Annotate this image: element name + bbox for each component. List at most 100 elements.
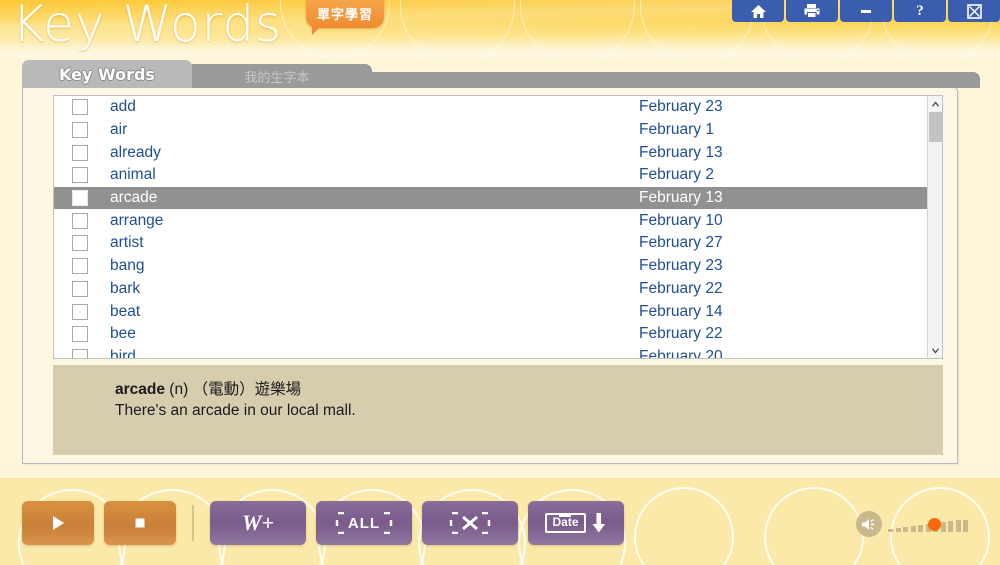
row-checkbox[interactable] [72, 167, 88, 184]
minimize-button[interactable] [840, 0, 892, 22]
row-checkbox[interactable] [72, 144, 88, 161]
volume-tick [910, 526, 916, 532]
row-word: arcade [110, 189, 158, 207]
volume-tick [963, 519, 968, 532]
volume-tick [918, 525, 923, 532]
table-row[interactable]: bee February 22 [54, 323, 928, 346]
header-decor-circle [520, 0, 635, 57]
table-row[interactable]: bark February 22 [54, 278, 928, 301]
bottom-decor-circle [764, 487, 864, 565]
row-word: arrange [110, 211, 164, 229]
row-word: add [110, 98, 136, 116]
row-word: bird [110, 347, 136, 359]
window-controls: ? [732, 0, 1000, 22]
row-date: February 14 [639, 302, 723, 320]
volume-tick [948, 521, 953, 532]
row-checkbox[interactable] [72, 212, 88, 229]
table-row[interactable]: arrange February 10 [54, 209, 928, 232]
volume-control[interactable] [856, 511, 968, 537]
row-date: February 1 [639, 121, 714, 139]
row-word: animal [110, 166, 156, 184]
row-checkbox[interactable] [72, 348, 88, 358]
subtitle-badge: 單字學習 [306, 0, 385, 35]
w-plus-icon: W+ [241, 510, 275, 535]
header-decor-circle [400, 0, 515, 57]
row-checkbox[interactable] [72, 280, 88, 297]
table-row[interactable]: bird February 20 [54, 346, 928, 359]
row-word: bee [110, 325, 136, 343]
sort-by-date-button[interactable]: Date [528, 501, 624, 545]
volume-tick [888, 529, 893, 532]
tab-key-words-label: Key Words [59, 64, 155, 84]
date-label-box: Date [545, 512, 586, 534]
row-date: February 22 [639, 279, 723, 297]
volume-tick [903, 527, 908, 532]
badge-tail [312, 26, 321, 35]
add-word-button[interactable]: W+ [210, 501, 306, 545]
row-checkbox[interactable] [72, 326, 88, 343]
row-checkbox[interactable] [72, 303, 88, 320]
tab-strip-filler [362, 72, 980, 88]
stop-button[interactable] [104, 501, 176, 545]
row-date: February 2 [639, 166, 714, 184]
table-row[interactable]: beat February 14 [54, 300, 928, 323]
playback-toolbar: W+ ALL Date [22, 501, 624, 545]
table-row[interactable]: artist February 27 [54, 232, 928, 255]
word-list-scrollbar[interactable] [927, 96, 942, 358]
bottom-decor-circle [634, 487, 734, 565]
tab-my-wordbook[interactable]: 我的生字本 [182, 64, 372, 88]
subtitle-badge-label: 單字學習 [317, 7, 374, 22]
row-word: bark [110, 279, 141, 297]
row-checkbox[interactable] [72, 99, 88, 116]
play-button[interactable] [22, 501, 94, 545]
x-brackets-icon [449, 512, 491, 534]
close-button[interactable] [948, 0, 1000, 22]
definition-word: arcade [115, 381, 165, 398]
row-checkbox[interactable] [72, 258, 88, 275]
print-button[interactable] [786, 0, 838, 22]
home-button[interactable] [732, 0, 784, 22]
word-list-rows: add February 23 air February 1 already Februa… [54, 96, 928, 359]
table-row[interactable]: arcade February 13 [54, 186, 928, 210]
row-checkbox[interactable] [72, 235, 88, 252]
table-row[interactable]: bang February 23 [54, 255, 928, 278]
row-date: February 23 [639, 98, 723, 116]
row-checkbox[interactable] [72, 122, 88, 139]
help-button[interactable]: ? [894, 0, 946, 22]
volume-slider[interactable] [888, 516, 968, 532]
app-header: Key Words 單字學習 ? [0, 0, 1000, 57]
table-row[interactable]: add February 23 [54, 96, 928, 119]
table-row[interactable]: animal February 2 [54, 164, 928, 187]
row-date: February 10 [639, 211, 723, 229]
scrollbar-thumb[interactable] [929, 112, 942, 142]
tab-key-words[interactable]: Key Words [22, 60, 192, 88]
select-all-button[interactable]: ALL [316, 501, 412, 545]
definition-example: There's an arcade in our local mall. [115, 402, 356, 419]
volume-slider-handle[interactable] [927, 518, 941, 531]
row-date: February 20 [639, 347, 723, 359]
table-row[interactable]: air February 1 [54, 119, 928, 142]
row-date: February 23 [639, 257, 723, 275]
definition-panel: arcade (n) （電動）遊樂場 There's an arcade in … [53, 365, 943, 455]
main-panel: add February 23 air February 1 already Februa… [22, 86, 958, 464]
row-word: artist [110, 234, 144, 252]
speaker-icon [861, 518, 874, 530]
table-row[interactable]: already February 13 [54, 141, 928, 164]
volume-tick [955, 520, 961, 532]
app-window: Key Words 單字學習 ? 我的生字本 Key Words add Feb… [0, 0, 1000, 565]
row-word: bang [110, 257, 145, 275]
row-checkbox[interactable] [72, 190, 88, 207]
minimize-icon [861, 10, 871, 13]
word-list[interactable]: add February 23 air February 1 already Februa… [53, 95, 943, 359]
speaker-button[interactable] [856, 511, 882, 537]
home-icon [750, 4, 766, 18]
chevron-down-icon [932, 347, 939, 353]
volume-tick [940, 522, 946, 532]
question-mark-icon: ? [916, 2, 924, 19]
volume-tick [895, 528, 901, 532]
all-brackets-icon: ALL [335, 512, 393, 534]
scroll-down-button[interactable] [928, 343, 942, 358]
scroll-up-button[interactable] [928, 96, 942, 111]
printer-icon [804, 4, 820, 18]
deselect-all-button[interactable] [422, 501, 518, 545]
